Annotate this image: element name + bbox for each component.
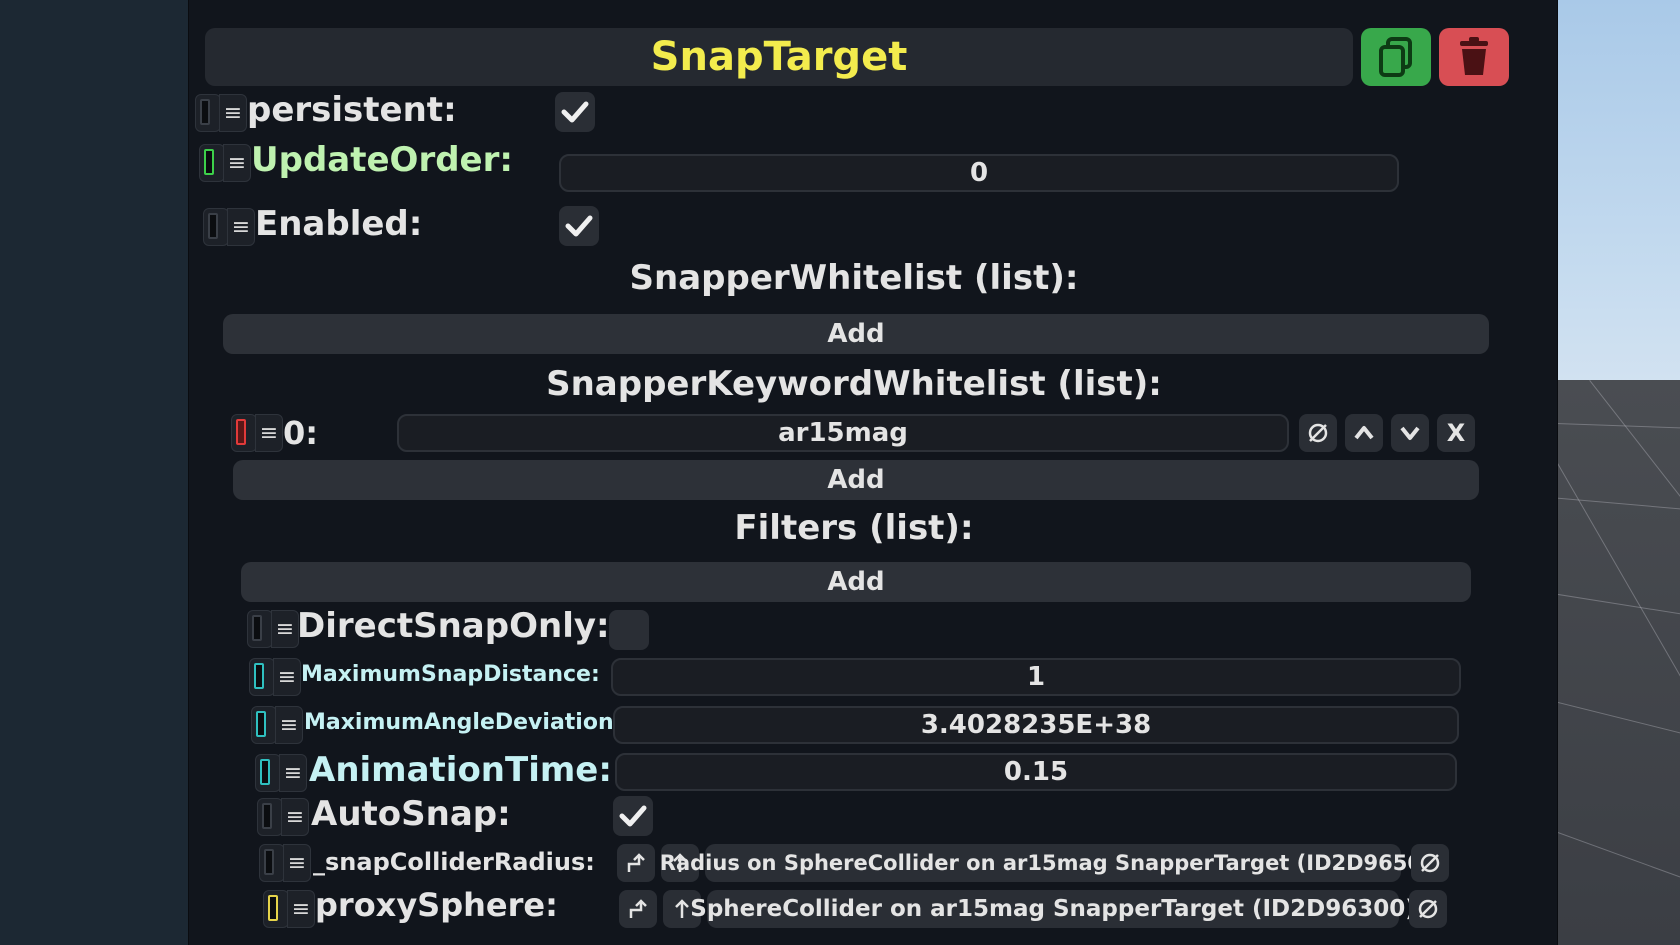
menu-icon[interactable]: ≡ [281, 798, 309, 836]
checkmark-icon [565, 215, 593, 237]
menu-icon[interactable]: ≡ [223, 144, 251, 182]
update-order-label: UpdateOrder: [251, 140, 513, 180]
persistent-label: persistent: [247, 90, 457, 130]
driver-indicator[interactable] [247, 610, 273, 648]
scene-sky [1540, 0, 1680, 385]
arrow-up-thin-icon [675, 899, 689, 918]
max-angle-deviation-label: MaximumAngleDeviation: [304, 710, 623, 735]
duplicate-button[interactable] [1361, 28, 1431, 86]
checkmark-icon [619, 805, 647, 827]
null-icon [1418, 899, 1438, 919]
persistent-checkbox[interactable] [555, 92, 595, 132]
snap-collider-radius-label: _snapColliderRadius: [313, 848, 595, 876]
snapper-whitelist-title: SnapperWhitelist (list): [629, 258, 1079, 298]
max-snap-distance-field[interactable]: 1 [611, 658, 1461, 696]
scene-background-left [0, 0, 200, 945]
arrow-up-icon [1354, 426, 1374, 440]
keyword-item-field[interactable]: ar15mag [397, 414, 1289, 452]
menu-icon[interactable]: ≡ [279, 754, 307, 792]
update-order-field[interactable]: 0 [559, 154, 1399, 192]
driver-indicator[interactable] [199, 144, 225, 182]
menu-icon[interactable]: ≡ [227, 208, 255, 246]
null-ref-button[interactable] [1409, 890, 1447, 928]
driver-indicator[interactable] [257, 798, 283, 836]
snapper-whitelist-add-button[interactable]: Add [223, 314, 1489, 354]
trash-icon [1460, 37, 1488, 75]
keyword-whitelist-title: SnapperKeywordWhitelist (list): [546, 364, 1162, 404]
null-ref-button[interactable] [1411, 844, 1449, 882]
move-up-button[interactable] [1345, 414, 1383, 452]
component-title: SnapTarget [650, 34, 908, 80]
move-down-button[interactable] [1391, 414, 1429, 452]
driver-indicator[interactable] [263, 890, 289, 928]
inspector-panel: SnapTarget ≡ persistent: ≡ UpdateOrder: … [188, 0, 1558, 945]
max-snap-distance-label: MaximumSnapDistance: [301, 662, 600, 687]
driver-indicator[interactable] [195, 94, 221, 132]
direct-snap-only-checkbox[interactable] [609, 610, 649, 650]
menu-icon[interactable]: ≡ [283, 844, 311, 882]
driver-indicator[interactable] [249, 658, 275, 696]
checkmark-icon [561, 101, 589, 123]
snap-collider-radius-ref[interactable]: Radius on SphereCollider on ar15mag Snap… [660, 844, 1446, 882]
direct-snap-only-label: DirectSnapOnly: [297, 606, 610, 646]
arrow-down-icon [1400, 426, 1420, 440]
remove-item-button[interactable]: X [1437, 414, 1475, 452]
jump-icon [627, 853, 645, 872]
duplicate-icon [1379, 37, 1412, 77]
driver-indicator[interactable] [203, 208, 229, 246]
jump-to-ref-button[interactable] [617, 844, 655, 882]
menu-icon[interactable]: ≡ [273, 658, 301, 696]
driver-indicator[interactable] [251, 706, 277, 744]
menu-icon[interactable]: ≡ [255, 414, 283, 452]
enabled-checkbox[interactable] [559, 206, 599, 246]
null-icon [1308, 423, 1328, 443]
enabled-label: Enabled: [255, 204, 423, 244]
proxy-sphere-label: proxySphere: [315, 886, 558, 924]
auto-snap-checkbox[interactable] [613, 796, 653, 836]
proxy-sphere-ref[interactable]: SphereCollider on ar15mag SnapperTarget … [690, 890, 1416, 928]
keyword-item-index: 0: [283, 414, 319, 452]
filters-title: Filters (list): [734, 508, 974, 548]
driver-indicator[interactable] [255, 754, 281, 792]
null-icon [1420, 853, 1440, 873]
filters-add-button[interactable]: Add [241, 562, 1471, 602]
driver-indicator[interactable] [259, 844, 285, 882]
component-header[interactable]: SnapTarget [205, 28, 1353, 86]
keyword-whitelist-add-button[interactable]: Add [233, 460, 1479, 500]
animation-time-label: AnimationTime: [309, 750, 612, 790]
null-ref-button[interactable] [1299, 414, 1337, 452]
menu-icon[interactable]: ≡ [219, 94, 247, 132]
auto-snap-label: AutoSnap: [311, 794, 511, 834]
menu-icon[interactable]: ≡ [287, 890, 315, 928]
jump-icon [629, 899, 647, 918]
menu-icon[interactable]: ≡ [275, 706, 303, 744]
menu-icon[interactable]: ≡ [271, 610, 299, 648]
max-angle-deviation-field[interactable]: 3.4028235E+38 [613, 706, 1459, 744]
jump-to-ref-button[interactable] [619, 890, 657, 928]
animation-time-field[interactable]: 0.15 [615, 753, 1457, 791]
driver-indicator[interactable] [231, 414, 257, 452]
delete-button[interactable] [1439, 28, 1509, 86]
